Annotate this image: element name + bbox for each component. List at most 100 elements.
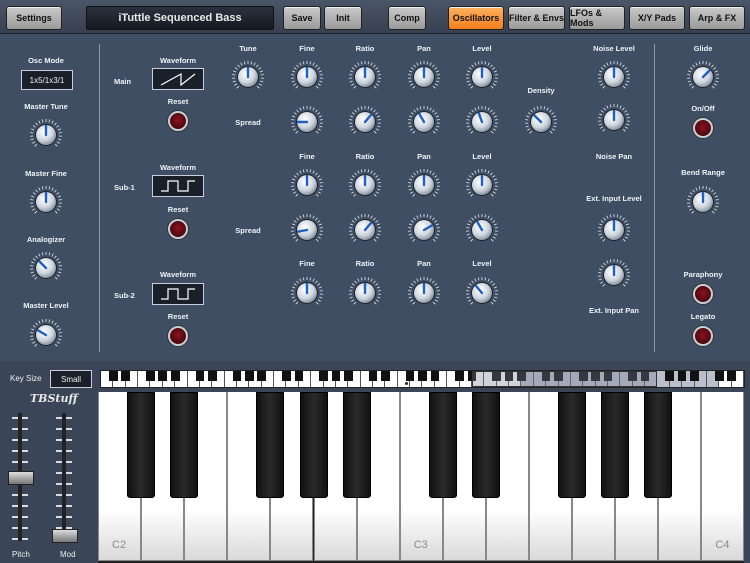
main-pan-knob[interactable] xyxy=(407,60,441,94)
divider xyxy=(654,44,655,352)
sub1-osc-label: Sub-1 xyxy=(114,183,135,192)
pitch-wheel[interactable] xyxy=(8,413,34,541)
ratio-label: Ratio xyxy=(355,152,375,161)
main-spread-ratio-knob[interactable] xyxy=(348,105,382,139)
black-key[interactable] xyxy=(601,392,630,498)
sub1-fine-knob[interactable] xyxy=(290,168,324,202)
noise-level-knob[interactable] xyxy=(597,60,631,94)
analogizer-knob[interactable] xyxy=(29,251,63,285)
waveform-label: Waveform xyxy=(160,163,196,172)
ext-input-pan-label: Ext. Input Pan xyxy=(588,306,640,315)
noise-pan-knob[interactable] xyxy=(597,103,631,137)
ratio-label: Ratio xyxy=(355,259,375,268)
tab-filter-envs[interactable]: Filter & Envs xyxy=(508,6,565,30)
waveform-label: Waveform xyxy=(160,270,196,279)
sub1-level-knob[interactable] xyxy=(465,168,499,202)
tab-xy-pads[interactable]: X/Y Pads xyxy=(629,6,685,30)
keyboard-range-navigator[interactable] xyxy=(100,370,745,388)
black-key[interactable] xyxy=(644,392,673,498)
master-level-knob[interactable] xyxy=(29,318,63,352)
sub1-ratio-knob[interactable] xyxy=(348,168,382,202)
tab-lfos-mods[interactable]: LFOs & Mods xyxy=(569,6,625,30)
black-key[interactable] xyxy=(428,392,457,498)
mod-slider-handle[interactable] xyxy=(52,529,78,543)
reset-label: Reset xyxy=(167,205,189,214)
sub2-ratio-knob[interactable] xyxy=(348,276,382,310)
pitch-slider-handle[interactable] xyxy=(8,471,34,485)
pitch-label: Pitch xyxy=(12,550,30,559)
black-key[interactable] xyxy=(558,392,587,498)
main-reset-button[interactable] xyxy=(168,111,188,131)
reset-label: Reset xyxy=(167,97,189,106)
black-key[interactable] xyxy=(170,392,199,498)
osc-mode-label: Osc Mode xyxy=(28,56,64,65)
ratio-label: Ratio xyxy=(355,44,375,53)
bend-range-knob[interactable] xyxy=(686,185,720,219)
sub1-waveform-selector[interactable] xyxy=(152,175,204,197)
glide-onoff-label: On/Off xyxy=(691,104,715,113)
black-key[interactable] xyxy=(256,392,285,498)
sub1-reset-button[interactable] xyxy=(168,219,188,239)
sub2-pan-knob[interactable] xyxy=(407,276,441,310)
init-button[interactable]: Init xyxy=(324,6,362,30)
main-spread-fine-knob[interactable] xyxy=(290,105,324,139)
sub2-fine-knob[interactable] xyxy=(290,276,324,310)
comp-button[interactable]: Comp xyxy=(388,6,426,30)
piano-keyboard[interactable]: C2 C3 C4 xyxy=(98,392,745,563)
legato-label: Legato xyxy=(690,312,716,321)
sub1-pan-knob[interactable] xyxy=(407,168,441,202)
glide-knob[interactable] xyxy=(686,60,720,94)
settings-button[interactable]: Settings xyxy=(6,6,62,30)
sub1-spread-level-knob[interactable] xyxy=(465,213,499,247)
legato-toggle[interactable] xyxy=(693,326,713,346)
main-ratio-knob[interactable] xyxy=(348,60,382,94)
saw-wave-icon xyxy=(160,72,196,87)
ext-input-level-label: Ext. Input Level xyxy=(586,194,642,203)
black-key[interactable] xyxy=(471,392,500,498)
main-tune-knob[interactable] xyxy=(231,60,265,94)
black-key[interactable] xyxy=(342,392,371,498)
fine-label: Fine xyxy=(299,259,315,268)
reset-label: Reset xyxy=(167,312,189,321)
glide-onoff-toggle[interactable] xyxy=(693,118,713,138)
ext-input-pan-knob[interactable] xyxy=(597,258,631,292)
density-knob[interactable] xyxy=(524,105,558,139)
master-fine-knob[interactable] xyxy=(29,185,63,219)
master-tune-knob[interactable] xyxy=(29,118,63,152)
sub1-spread-ratio-knob[interactable] xyxy=(348,213,382,247)
sub2-reset-button[interactable] xyxy=(168,326,188,346)
black-key[interactable] xyxy=(299,392,328,498)
mod-wheel[interactable] xyxy=(52,413,78,543)
paraphony-toggle[interactable] xyxy=(693,284,713,304)
square-wave-icon xyxy=(161,180,195,192)
black-key[interactable] xyxy=(127,392,156,498)
main-spread-pan-knob[interactable] xyxy=(407,105,441,139)
ext-input-level-knob[interactable] xyxy=(597,213,631,247)
note-label: C3 xyxy=(413,539,428,551)
master-fine-label: Master Fine xyxy=(25,169,67,178)
main-osc-label: Main xyxy=(114,77,132,86)
main-spread-level-knob[interactable] xyxy=(465,105,499,139)
tab-arp-fx[interactable]: Arp & FX xyxy=(689,6,745,30)
level-label: Level xyxy=(472,44,492,53)
sub2-waveform-selector[interactable] xyxy=(152,283,204,305)
main-level-knob[interactable] xyxy=(465,60,499,94)
sub1-spread-fine-knob[interactable] xyxy=(290,213,324,247)
main-waveform-selector[interactable] xyxy=(152,68,204,90)
save-button[interactable]: Save xyxy=(283,6,321,30)
analogizer-label: Analogizer xyxy=(26,235,66,244)
key-size-selector[interactable]: Small xyxy=(50,370,92,388)
preset-name-display[interactable]: iTuttle Sequenced Bass xyxy=(86,6,274,30)
sub2-level-knob[interactable] xyxy=(465,276,499,310)
osc-mode-selector[interactable]: 1x5/1x3/1 xyxy=(21,70,73,90)
mod-label: Mod xyxy=(60,550,76,559)
fine-label: Fine xyxy=(299,44,315,53)
tbstuff-logo: TBStuff xyxy=(30,392,78,405)
pan-label: Pan xyxy=(417,44,431,53)
main-fine-knob[interactable] xyxy=(290,60,324,94)
tab-oscillators[interactable]: Oscillators xyxy=(448,6,504,30)
sub1-spread-pan-knob[interactable] xyxy=(407,213,441,247)
spread-label: Spread xyxy=(235,226,261,235)
white-key[interactable] xyxy=(701,392,745,561)
note-label: C2 xyxy=(112,539,127,551)
